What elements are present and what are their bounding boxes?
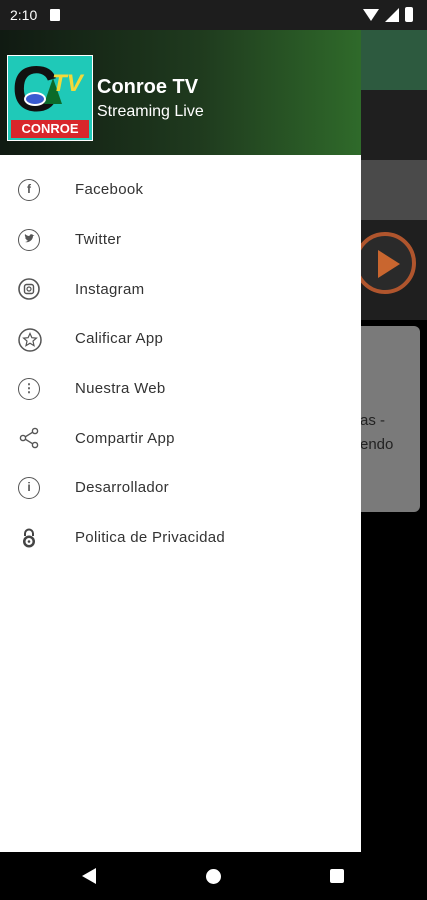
menu-item-developer[interactable]: i Desarrollador: [0, 463, 361, 513]
menu-item-instagram[interactable]: Instagram: [0, 264, 361, 314]
menu-item-share-app[interactable]: Compartir App: [0, 413, 361, 463]
battery-icon: [405, 7, 413, 22]
menu-item-label: Calificar App: [75, 330, 164, 348]
status-icons: [363, 7, 413, 22]
menu-item-label: Desarrollador: [75, 479, 169, 497]
menu-item-rate-app[interactable]: Calificar App: [0, 314, 361, 364]
star-icon: [18, 328, 42, 352]
background-shelf: [360, 160, 427, 220]
facebook-icon: f: [18, 178, 40, 201]
background-card-text: endo: [360, 436, 394, 453]
status-bar: 2:10: [0, 0, 427, 30]
menu-item-facebook[interactable]: f Facebook: [0, 165, 361, 215]
wifi-icon: [363, 8, 379, 21]
system-nav-bar: [0, 852, 427, 900]
menu-item-label: Twitter: [75, 231, 122, 249]
background-card-text: as -: [360, 412, 386, 429]
app-logo: C TV CONROE: [7, 55, 93, 141]
status-time: 2:10: [10, 7, 38, 23]
app-title: Conroe TV: [97, 76, 199, 98]
logo-tv-text: TV: [52, 70, 83, 97]
play-icon: [378, 250, 400, 278]
lock-icon: [18, 527, 40, 549]
sd-card-icon: [50, 9, 60, 21]
menu-item-label: Instagram: [75, 280, 145, 298]
back-icon[interactable]: [82, 868, 96, 884]
home-icon[interactable]: [206, 869, 221, 884]
menu-item-twitter[interactable]: Twitter: [0, 215, 361, 265]
menu-item-privacy-policy[interactable]: Politica de Privacidad: [0, 513, 361, 563]
logo-name-text: CONROE: [11, 120, 89, 138]
app-subtitle: Streaming Live: [97, 103, 204, 120]
drawer-header: C TV CONROE Conroe TV Streaming Live: [0, 30, 361, 155]
recents-icon[interactable]: [330, 869, 344, 883]
signal-icon: [385, 7, 399, 22]
instagram-icon: [18, 278, 40, 301]
menu-item-web[interactable]: ⋮ Nuestra Web: [0, 364, 361, 414]
navigation-drawer: C TV CONROE Conroe TV Streaming Live f F…: [0, 30, 361, 852]
menu-item-label: Nuestra Web: [75, 380, 166, 398]
play-button: [354, 232, 416, 294]
share-icon: [18, 427, 40, 449]
info-icon: i: [18, 476, 40, 499]
twitter-icon: [18, 228, 40, 251]
menu-item-label: Facebook: [75, 181, 144, 199]
drawer-menu: f Facebook Twitter Instagram Calificar A…: [0, 165, 361, 563]
logo-flag-icon: [24, 92, 46, 106]
menu-item-label: Politica de Privacidad: [75, 529, 226, 547]
web-icon: ⋮: [18, 377, 40, 400]
menu-item-label: Compartir App: [75, 429, 175, 447]
